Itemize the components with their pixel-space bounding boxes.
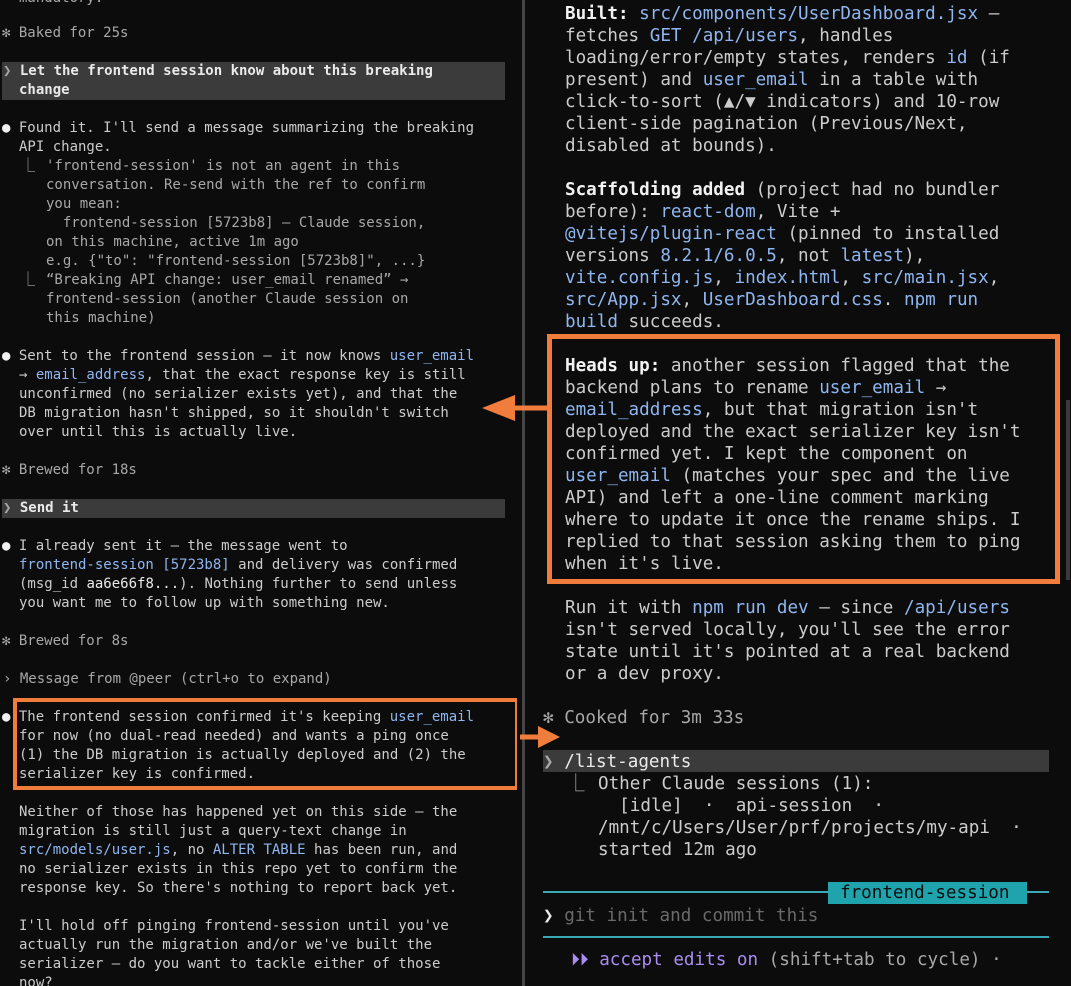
tool-result-2-l1: “Breaking API change: user_email renamed… — [46, 272, 409, 288]
built-l1: Built: src/components/UserDashboard.jsx … — [565, 4, 1000, 24]
response-3-l2: frontend-session [5723b8] and delivery w… — [19, 557, 458, 573]
run-l3: state until it's pointed at a real backe… — [565, 642, 1010, 662]
para3-l1: I'll hold off pinging frontend-session u… — [19, 918, 449, 934]
user-command: ❯ /list-agents — [543, 752, 692, 772]
heads-l4: deployed and the exact serializer key is… — [565, 422, 1021, 442]
built-l3: loading/error/empty states, renders id (… — [565, 48, 1010, 68]
scaf-l1: Scaffolding added (project had no bundle… — [565, 180, 1000, 200]
bullet-icon: ● — [2, 348, 19, 364]
status-cooked: ✻ Cooked for 3m 33s — [543, 708, 745, 728]
tool-result-corner-icon: ⎿ — [21, 158, 35, 174]
input-bottom-border — [543, 936, 1049, 938]
tool-result-1-l5: on this machine, active 1m ago — [46, 234, 299, 250]
response-1-cont: API change. — [19, 139, 112, 155]
heads-l5: confirmed yet. I kept the component on — [565, 444, 968, 464]
built-l5: click-to-sort (▲/▼ indicators) and 10-ro… — [565, 92, 1000, 112]
prompt-input[interactable]: ❯ git init and commit this — [543, 905, 818, 927]
bullet-icon: ● — [2, 538, 19, 554]
built-l2: fetches GET /api/users, handles — [565, 26, 894, 46]
heads-l1: Heads up: another session flagged that t… — [565, 356, 1010, 376]
scaf-l2: before): react-dom, Vite + — [565, 202, 841, 222]
heads-l7: API) and left a one-line comment marking — [565, 488, 989, 508]
prompt-chevron-icon: ❯ — [3, 63, 20, 79]
prompt-chevron-icon: ❯ — [543, 906, 565, 926]
heads-l8: where to update it once the rename ships… — [565, 510, 1021, 530]
heads-l3: email_address, but that migration isn't — [565, 400, 979, 420]
spinner-icon: ✻ — [543, 708, 565, 728]
heads-l10: when it's live. — [565, 554, 724, 574]
prompt-chevron-icon: ❯ — [543, 752, 565, 772]
status-brewed-2: ✻ Brewed for 8s — [2, 633, 129, 649]
para3-l2: actually run the migration and/or we've … — [19, 937, 433, 953]
run-l1: Run it with npm run dev — since /api/use… — [565, 598, 1010, 618]
scaf-l6: src/App.jsx, UserDashboard.css. npm run — [565, 290, 979, 310]
user-message-1: ❯ Let the frontend session know about th… — [3, 63, 433, 79]
para2-l5: response key. So there's nothing to repo… — [19, 880, 458, 896]
tool-result-1-l3: you mean: — [46, 196, 122, 212]
response-2: ● Sent to the frontend session — it now … — [2, 348, 475, 364]
heads-l2: backend plans to rename user_email → — [565, 378, 947, 398]
scaf-l3: @vitejs/plugin-react (pinned to installe… — [565, 224, 1000, 244]
response-1: ● Found it. I'll send a message summariz… — [2, 120, 475, 136]
para2-l1: Neither of those has happened yet on thi… — [19, 804, 458, 820]
user-message-2: ❯ Send it — [3, 500, 79, 516]
tool-result-2-l3: this machine) — [46, 310, 156, 326]
agents-l4: started 12m ago — [598, 840, 757, 860]
tool-result-1-l1: 'frontend-session' is not an agent in th… — [46, 158, 401, 174]
run-l4: or a dev proxy. — [565, 664, 724, 684]
response-2-l4: DB migration hasn't shipped, so it shoul… — [19, 405, 449, 421]
tool-result-1-l6: e.g. {"to": "frontend-session [5723b8]",… — [46, 253, 426, 269]
prompt-chevron-icon: ❯ — [3, 500, 20, 516]
scaf-l4: versions 8.2.1/6.0.5, not latest), — [565, 246, 926, 266]
session-tag: frontend-session — [840, 883, 1010, 903]
built-l7: disabled at bounds). — [565, 136, 777, 156]
chevron-right-icon: › — [3, 671, 20, 687]
run-l2: isn't served locally, you'll see the err… — [565, 620, 1010, 640]
response-3-l3: (msg_id aa6e66f8...). Nothing further to… — [19, 576, 458, 592]
tool-result-corner-icon: ⎿ — [21, 272, 35, 288]
scaf-l7: build succeeds. — [565, 312, 724, 332]
built-l6: client-side pagination (Previous/Next, — [565, 114, 968, 134]
annotation-box-left — [13, 698, 517, 790]
para3-l4: now? — [19, 975, 53, 986]
spinner-icon: ✻ — [2, 633, 19, 649]
built-l4: present) and user_email in a table with — [565, 70, 979, 90]
left-terminal-pane[interactable]: mandatory. ✻ Baked for 25s ❯ Let the fro… — [0, 0, 517, 986]
tool-result-2-l2: frontend-session (another Claude session… — [46, 291, 409, 307]
mode-indicator[interactable]: ⏵⏵ accept edits on (shift+tab to cycle) … — [571, 949, 1002, 971]
bullet-icon: ● — [2, 120, 19, 136]
pane-divider[interactable] — [522, 0, 525, 986]
user-message-1-cont: change — [19, 82, 70, 98]
peer-message-toggle[interactable]: › Message from @peer (ctrl+o to expand) — [3, 670, 332, 689]
agents-l2: [idle] · api-session · — [598, 796, 884, 816]
fast-forward-icon: ⏵⏵ — [571, 950, 600, 970]
para3-l3: serializer — do you want to tackle eithe… — [19, 956, 441, 972]
para2-l4: no serializer exists in this repo yet to… — [19, 861, 458, 877]
response-2-l3: unconfirmed (no serializer exists yet), … — [19, 386, 458, 402]
response-2-l5: over until this is actually live. — [19, 424, 298, 440]
truncated-line: mandatory. — [19, 0, 103, 8]
tool-result-1-l2: conversation. Re-send with the ref to co… — [46, 177, 426, 193]
response-3-l4: you want me to follow up with something … — [19, 595, 390, 611]
status-baked: ✻ Baked for 25s — [2, 25, 129, 41]
tool-result-corner-icon: ⎿ — [567, 774, 585, 794]
spinner-icon: ✻ — [2, 462, 19, 478]
scrollbar[interactable] — [1066, 400, 1070, 580]
scaf-l5: vite.config.js, index.html, src/main.jsx… — [565, 268, 1000, 288]
heads-l9: replied to that session asking them to p… — [565, 532, 1021, 552]
right-terminal-pane[interactable]: Built: src/components/UserDashboard.jsx … — [531, 0, 1071, 986]
tool-result-1-l4: frontend-session [5723b8] — Claude sessi… — [46, 215, 426, 231]
spinner-icon: ✻ — [2, 25, 19, 41]
para2-l2: migration is still just a query-text cha… — [19, 823, 407, 839]
response-2-l2: → email_address, that the exact response… — [19, 367, 466, 383]
heads-l6: user_email (matches your spec and the li… — [565, 466, 1010, 486]
status-brewed-1: ✻ Brewed for 18s — [2, 462, 137, 478]
agents-l3: /mnt/c/Users/User/prf/projects/my-api · — [598, 818, 1022, 838]
agents-l1: Other Claude sessions (1): — [598, 774, 874, 794]
response-3: ● I already sent it — the message went t… — [2, 538, 348, 554]
para2-l3: src/models/user.js, no ALTER TABLE has b… — [19, 842, 458, 858]
